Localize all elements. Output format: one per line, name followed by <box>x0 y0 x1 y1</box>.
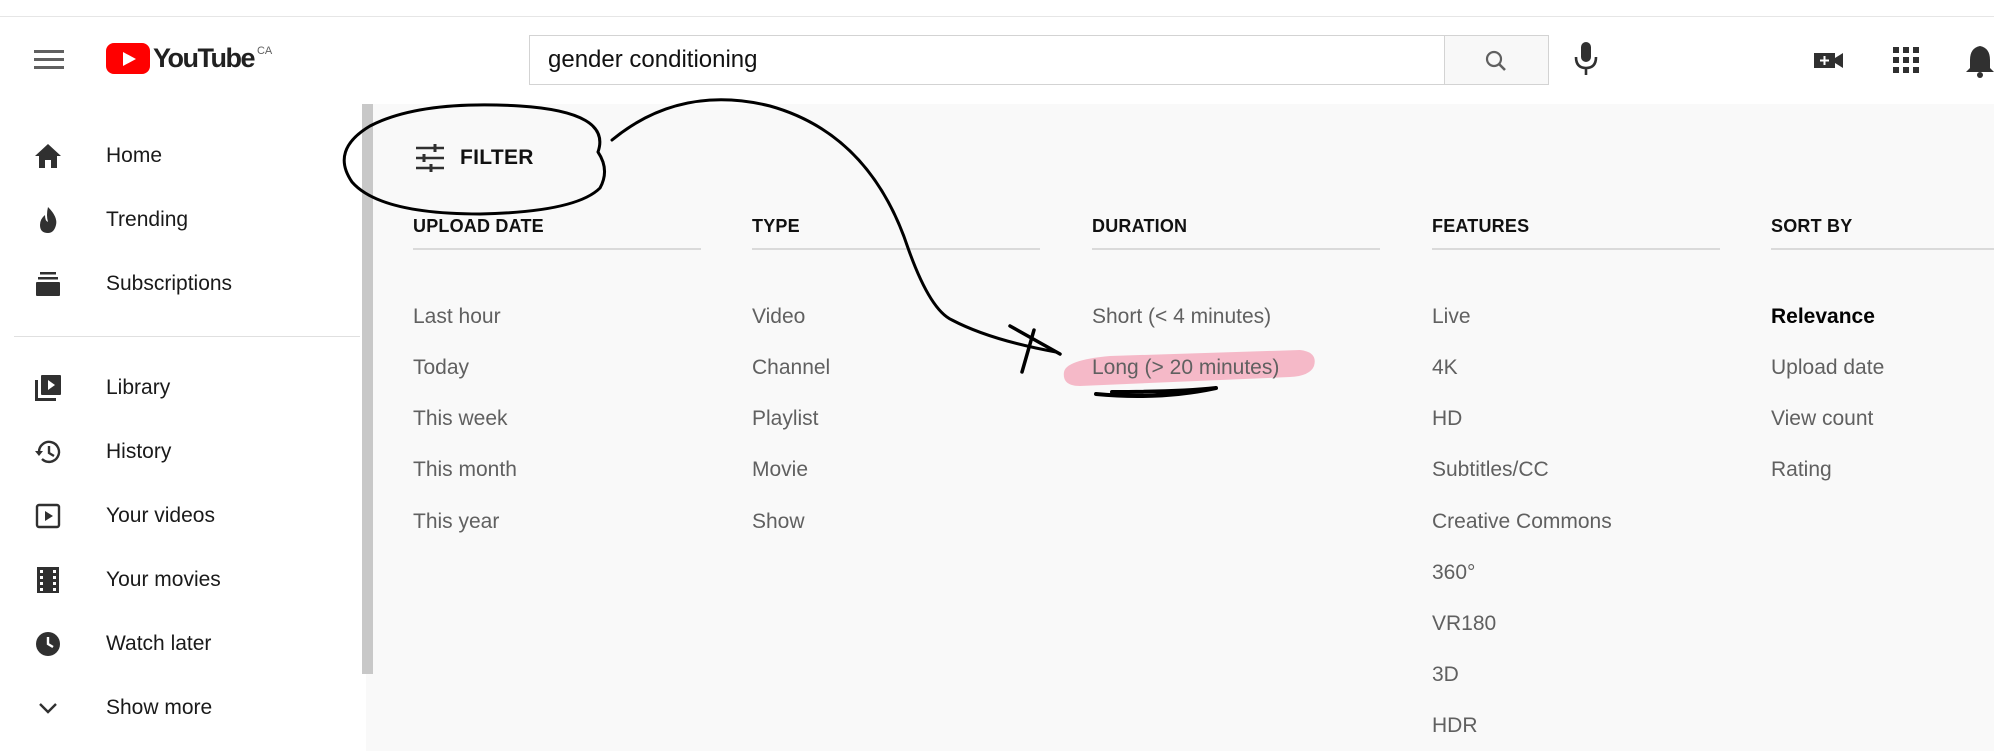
filter-option-live[interactable]: Live <box>1432 305 1471 329</box>
filter-option-3d[interactable]: 3D <box>1432 663 1459 687</box>
filter-column-duration: DURATION <box>1092 216 1380 250</box>
sidebar-item-home[interactable]: Home <box>0 129 360 183</box>
logo-text: YouTube <box>153 43 255 73</box>
sort-option-upload-date[interactable]: Upload date <box>1771 356 1884 380</box>
filter-option-4k[interactable]: 4K <box>1432 356 1458 380</box>
sidebar-item-label: Show more <box>106 696 213 719</box>
sidebar-item-history[interactable]: History <box>0 425 360 479</box>
column-divider <box>1771 248 1994 250</box>
filter-option-show[interactable]: Show <box>752 510 805 534</box>
sidebar-item-label: Your videos <box>106 504 215 527</box>
home-icon <box>30 138 66 174</box>
column-divider <box>1432 248 1720 250</box>
search-icon <box>1485 50 1506 71</box>
clock-icon <box>30 626 66 662</box>
search-button[interactable] <box>1445 35 1549 85</box>
sidebar-item-label: Your movies <box>106 568 221 591</box>
history-icon <box>30 434 66 470</box>
filter-column-upload-date: UPLOAD DATE <box>413 216 701 250</box>
sidebar-item-label: Home <box>106 144 163 167</box>
subscriptions-icon <box>30 266 66 302</box>
filter-column-title: FEATURES <box>1432 216 1530 236</box>
apps-icon[interactable] <box>1891 45 1921 75</box>
filter-label: FILTER <box>460 146 534 169</box>
filter-option-vr180[interactable]: VR180 <box>1432 612 1496 636</box>
annotation-underline <box>1094 386 1218 398</box>
filter-option-this-year[interactable]: This year <box>413 510 499 534</box>
filter-option-creative-commons[interactable]: Creative Commons <box>1432 510 1612 534</box>
notifications-bell-icon[interactable] <box>1966 42 1994 78</box>
column-divider <box>1092 248 1380 250</box>
sidebar-item-library[interactable]: Library <box>0 361 360 415</box>
filter-column-type: TYPE <box>752 216 1040 250</box>
filter-option-playlist[interactable]: Playlist <box>752 407 819 431</box>
sort-option-view-count[interactable]: View count <box>1771 407 1873 431</box>
sidebar-item-subscriptions[interactable]: Subscriptions <box>0 257 360 311</box>
sidebar-item-label: Library <box>106 376 171 399</box>
library-icon <box>30 370 66 406</box>
filter-option-movie[interactable]: Movie <box>752 458 808 482</box>
column-divider <box>752 248 1040 250</box>
filter-option-short[interactable]: Short (< 4 minutes) <box>1092 305 1271 329</box>
youtube-logo[interactable]: YouTube CA <box>106 43 272 75</box>
chevron-down-icon <box>30 690 66 726</box>
create-video-icon[interactable] <box>1812 45 1846 75</box>
filter-option-last-hour[interactable]: Last hour <box>413 305 501 329</box>
search-box <box>529 35 1445 85</box>
sidebar-item-watch-later[interactable]: Watch later <box>0 617 360 671</box>
filter-option-today[interactable]: Today <box>413 356 469 380</box>
filter-column-title: TYPE <box>752 216 800 236</box>
filter-option-long[interactable]: Long (> 20 minutes) <box>1092 356 1279 380</box>
sidebar-item-label: History <box>106 440 172 463</box>
sort-option-relevance[interactable]: Relevance <box>1771 305 1875 329</box>
filter-option-subtitles[interactable]: Subtitles/CC <box>1432 458 1549 482</box>
sort-option-rating[interactable]: Rating <box>1771 458 1832 482</box>
trending-icon <box>30 202 66 238</box>
filter-sliders-icon <box>416 144 444 172</box>
filter-button[interactable]: FILTER <box>414 143 534 173</box>
youtube-play-icon <box>106 43 150 74</box>
filter-column-features: FEATURES <box>1432 216 1720 250</box>
sidebar-item-your-videos[interactable]: Your videos <box>0 489 360 543</box>
sidebar-item-label: Trending <box>106 208 189 231</box>
sidebar-scrollbar[interactable] <box>362 104 373 674</box>
sidebar-item-label: Watch later <box>106 632 212 655</box>
sidebar-item-show-more[interactable]: Show more <box>0 681 360 735</box>
filter-column-title: SORT BY <box>1771 216 1853 236</box>
sidebar-item-trending[interactable]: Trending <box>0 193 360 247</box>
mic-icon[interactable] <box>1572 40 1600 78</box>
filter-option-hdr[interactable]: HDR <box>1432 714 1478 738</box>
filter-column-title: UPLOAD DATE <box>413 216 544 236</box>
filter-option-channel[interactable]: Channel <box>752 356 830 380</box>
filter-option-video[interactable]: Video <box>752 305 805 329</box>
search-input[interactable] <box>530 36 1444 84</box>
filter-column-sort-by: SORT BY <box>1771 216 1994 250</box>
your-videos-icon <box>30 498 66 534</box>
sidebar-divider <box>14 336 360 337</box>
annotation-arrowhead <box>1008 324 1062 374</box>
filter-option-this-month[interactable]: This month <box>413 458 517 482</box>
filter-option-hd[interactable]: HD <box>1432 407 1462 431</box>
sidebar-item-label: Subscriptions <box>106 272 233 295</box>
top-divider <box>0 16 1994 17</box>
logo-country: CA <box>256 45 273 57</box>
column-divider <box>413 248 701 250</box>
movies-icon <box>30 562 66 598</box>
filter-option-360[interactable]: 360° <box>1432 561 1475 585</box>
menu-icon[interactable] <box>34 50 64 70</box>
filter-column-title: DURATION <box>1092 216 1188 236</box>
sidebar-item-your-movies[interactable]: Your movies <box>0 553 360 607</box>
filter-option-this-week[interactable]: This week <box>413 407 508 431</box>
